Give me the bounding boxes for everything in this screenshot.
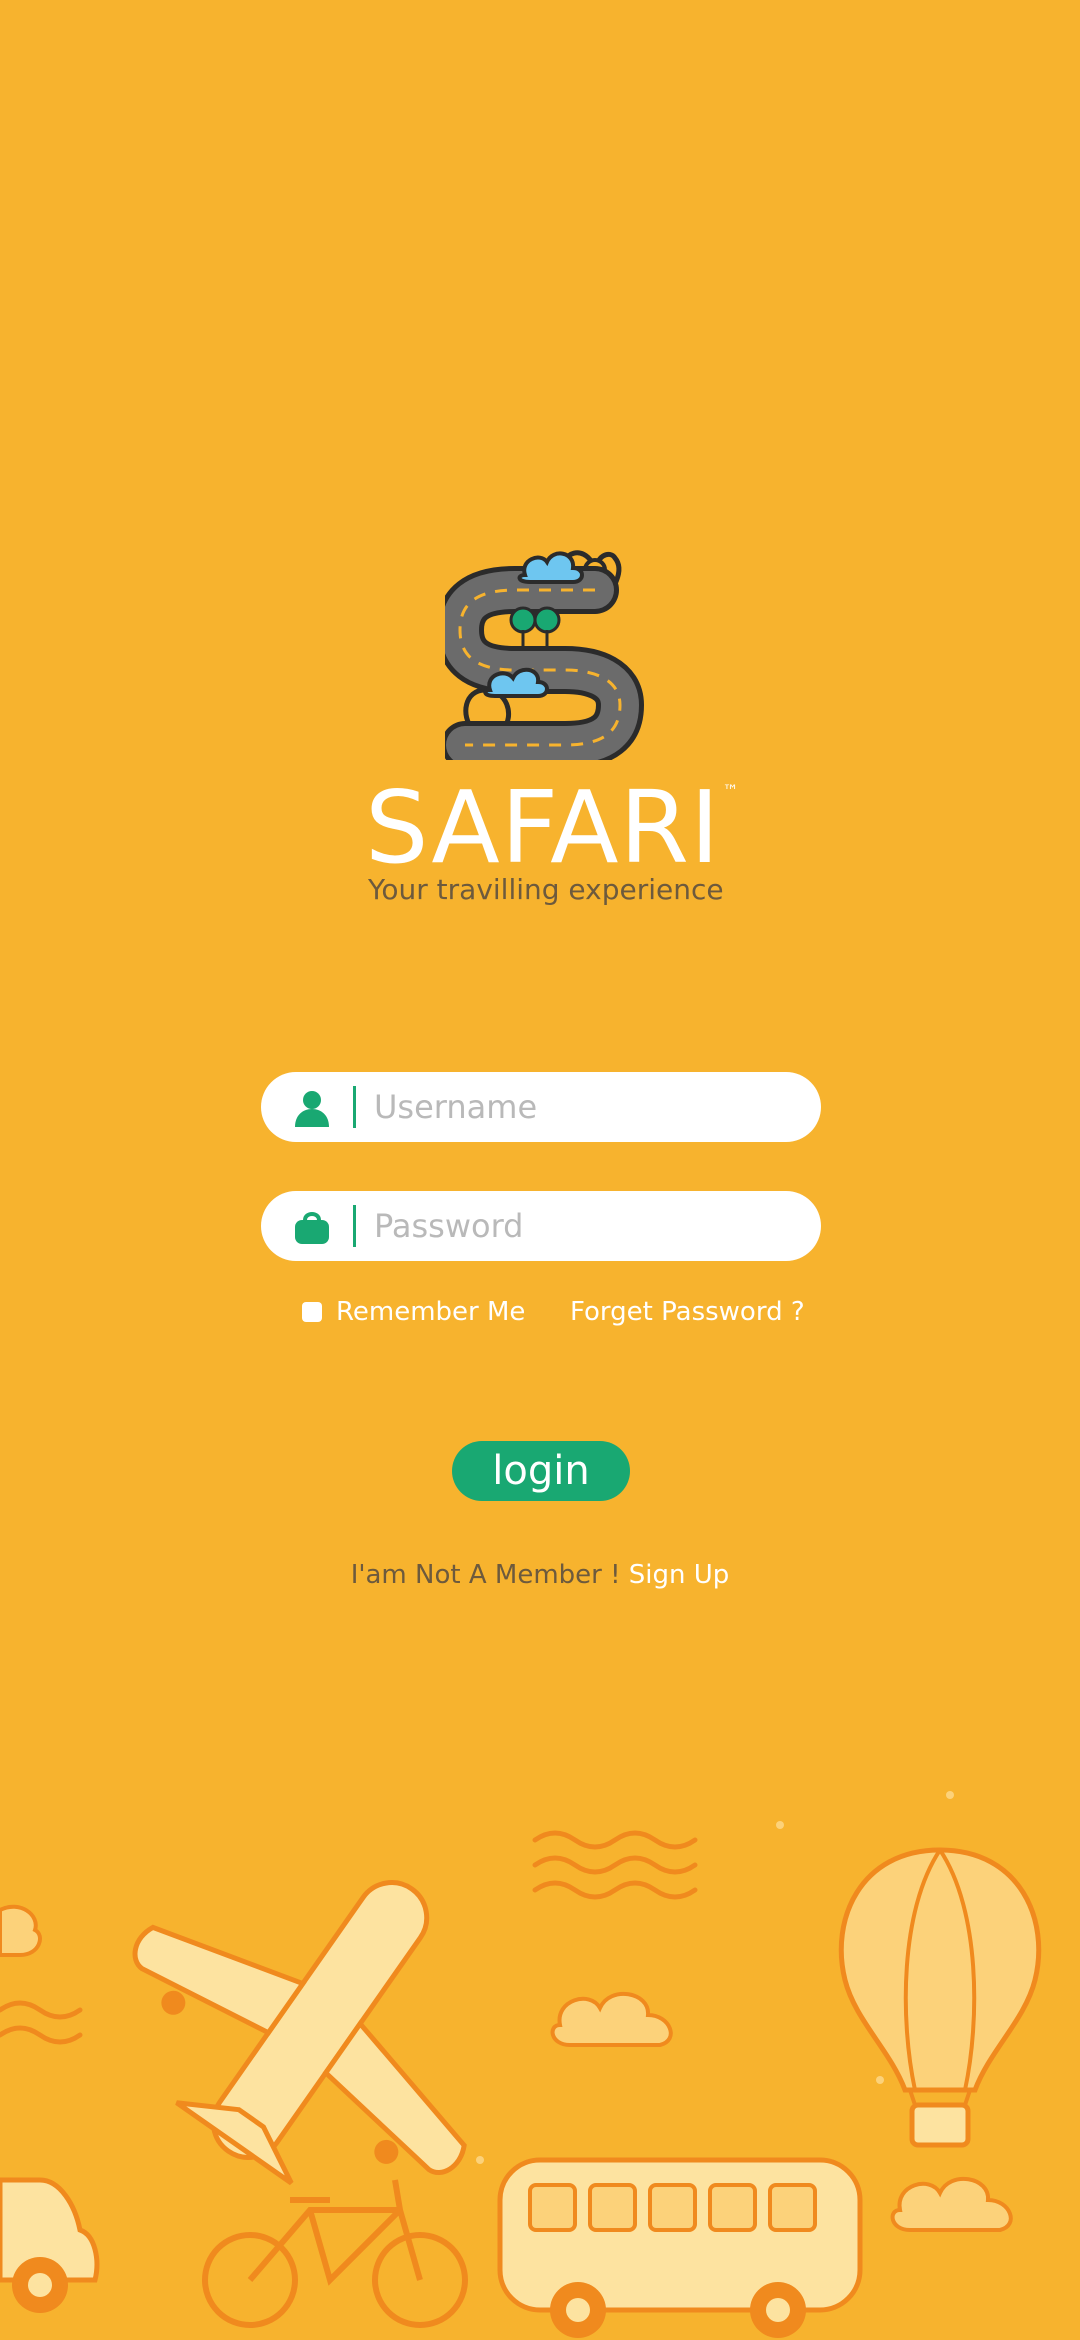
signup-line: I'am Not A Member ! Sign Up xyxy=(240,1558,840,1592)
user-icon xyxy=(295,1091,329,1127)
password-field[interactable]: Password xyxy=(261,1191,821,1261)
trademark-symbol: ™ xyxy=(722,781,740,800)
remember-me-checkbox[interactable] xyxy=(302,1302,322,1322)
signup-link[interactable]: Sign Up xyxy=(629,1560,730,1590)
signup-prompt: I'am Not A Member ! xyxy=(350,1560,629,1590)
field-separator xyxy=(353,1086,356,1128)
brand-tagline: Your travilling experience xyxy=(368,873,724,906)
brand-title: SAFARI xyxy=(365,769,721,886)
username-field[interactable]: Username xyxy=(261,1072,821,1142)
remember-me-label[interactable]: Remember Me xyxy=(336,1296,525,1328)
password-input[interactable]: Password xyxy=(374,1205,523,1247)
field-separator xyxy=(353,1205,356,1247)
login-button[interactable]: login xyxy=(452,1441,630,1501)
road-logo-icon xyxy=(445,550,645,760)
forget-password-link[interactable]: Forget Password ? xyxy=(570,1296,805,1328)
travel-illustration xyxy=(0,1791,1042,2338)
username-input[interactable]: Username xyxy=(374,1086,537,1128)
lock-icon xyxy=(295,1212,329,1244)
